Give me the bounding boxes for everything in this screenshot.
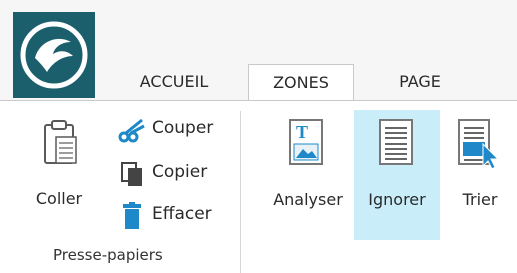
tab-accueil[interactable]: ACCUEIL [120,64,228,100]
ignore-button[interactable]: Ignorer [354,110,440,240]
tab-page[interactable]: PAGE [380,64,460,100]
ribbon-tabs: ACCUEIL ZONES PAGE [0,64,517,101]
group-separator [240,111,241,273]
cut-button[interactable]: Couper [116,115,236,145]
copy-label: Copier [152,162,208,182]
analyze-document-icon: T [288,118,326,168]
paste-button[interactable]: Coller [28,115,90,225]
clipboard-group-label: Presse-papiers [53,246,163,264]
sort-document-icon [457,118,501,172]
clear-button[interactable]: Effacer [116,201,236,231]
tab-zones[interactable]: ZONES [248,64,354,101]
clear-label: Effacer [152,204,212,224]
trash-icon [122,202,142,230]
clipboard-icon [42,119,78,167]
sort-button[interactable]: Trier [445,110,515,240]
copy-document-icon [120,161,144,187]
scissors-icon [118,117,146,143]
copy-button[interactable]: Copier [116,159,236,189]
paste-label: Coller [35,189,83,208]
document-ignore-icon [378,118,416,168]
analyze-button[interactable]: T Analyser [262,110,354,240]
ignore-label: Ignorer [368,190,426,209]
cut-label: Couper [152,118,214,138]
analyze-label: Analyser [273,190,343,209]
svg-text:T: T [296,122,308,142]
sort-label: Trier [462,190,498,209]
